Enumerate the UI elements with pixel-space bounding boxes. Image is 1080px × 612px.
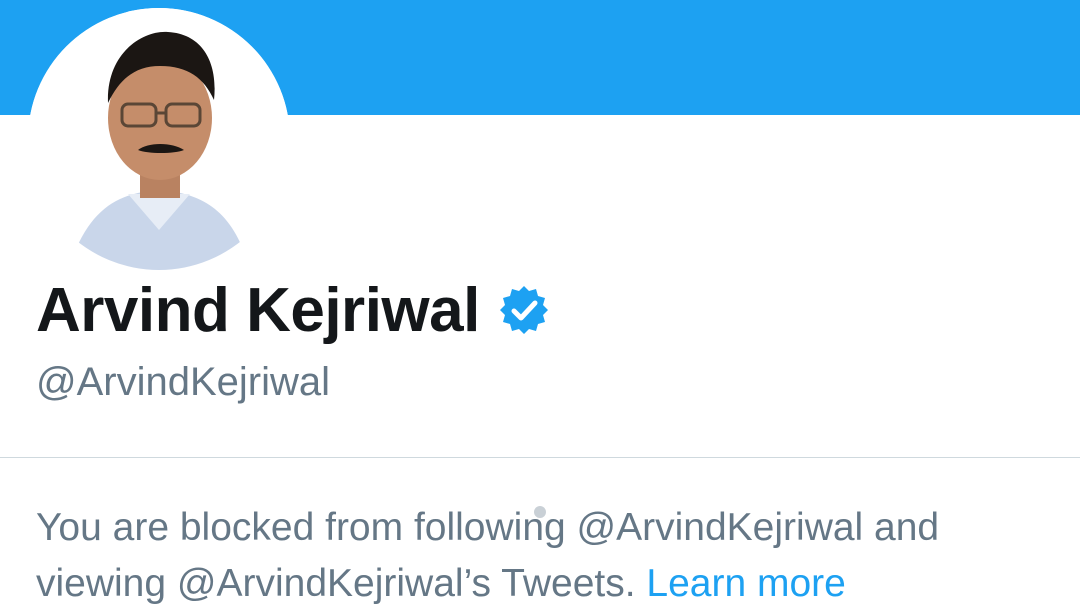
scroll-indicator bbox=[534, 506, 546, 518]
profile-avatar[interactable] bbox=[28, 8, 290, 270]
blocked-notice: You are blocked from following @ArvindKe… bbox=[36, 500, 1056, 612]
divider bbox=[0, 457, 1080, 458]
profile-display-name: Arvind Kejriwal bbox=[36, 275, 480, 345]
profile-name-row: Arvind Kejriwal bbox=[36, 270, 550, 350]
avatar-photo bbox=[28, 8, 290, 270]
verified-badge-icon bbox=[498, 284, 550, 336]
learn-more-link[interactable]: Learn more bbox=[646, 562, 845, 605]
profile-handle: @ArvindKejriwal bbox=[36, 360, 331, 404]
